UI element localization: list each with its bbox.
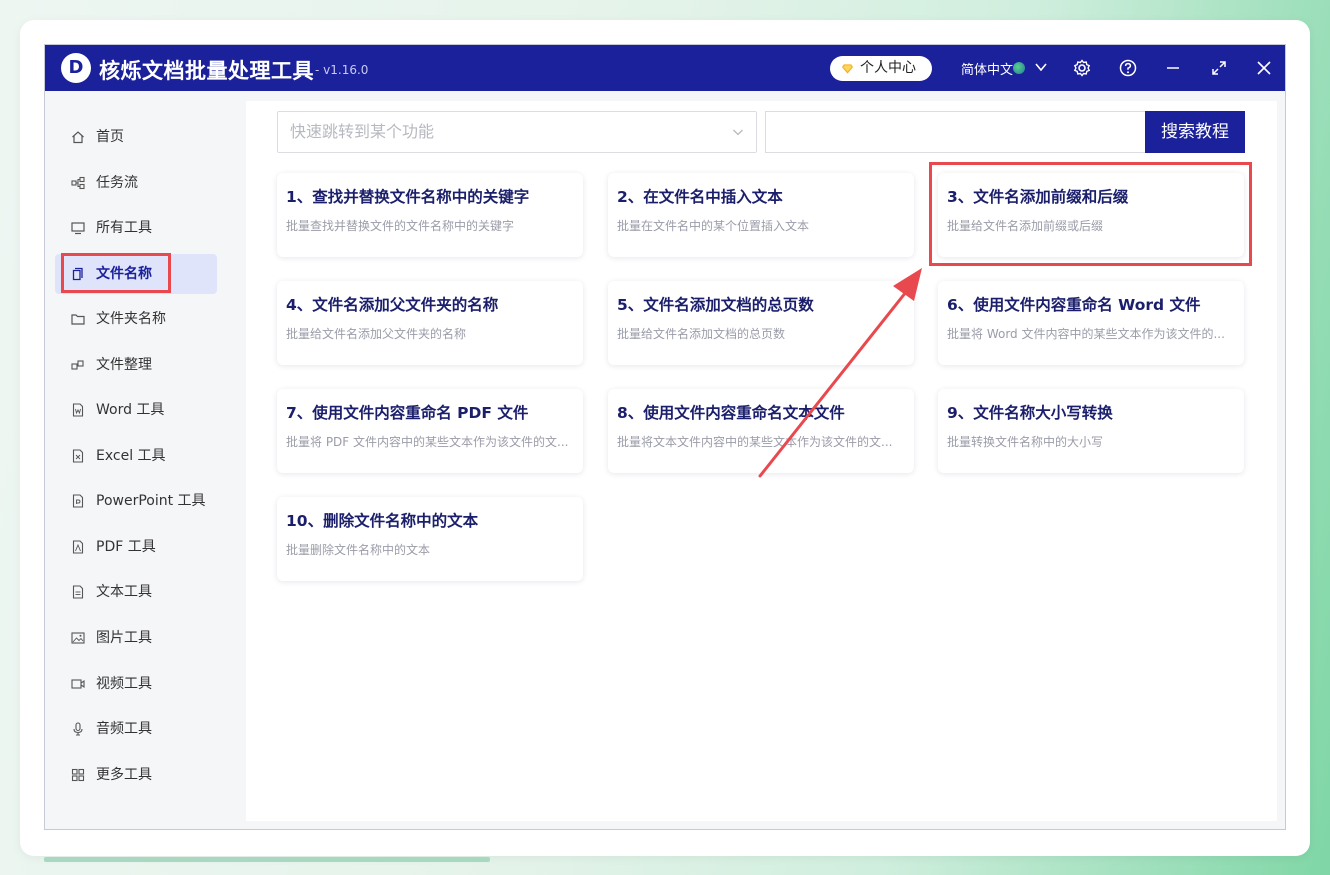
tool-card-title: 4、文件名添加父文件夹的名称 [286, 296, 499, 314]
tool-card-title: 3、文件名添加前缀和后缀 [947, 188, 1129, 206]
tool-card[interactable]: 7、使用文件内容重命名 PDF 文件 批量将 PDF 文件内容中的某些文本作为该… [277, 389, 583, 473]
sidebar-item-label: 文件夹名称 [96, 311, 166, 327]
user-center-label: 个人中心 [860, 60, 916, 76]
tool-card-title: 5、文件名添加文档的总页数 [617, 296, 814, 314]
word-icon [72, 403, 84, 417]
sidebar-item-label: 文件整理 [96, 357, 152, 373]
tool-card[interactable]: 9、文件名称大小写转换 批量转换文件名称中的大小写 [938, 389, 1244, 473]
chevron-down-icon [733, 129, 743, 136]
tool-card-desc: 批量将文本文件内容中的某些文本作为该文件的文... [617, 435, 893, 449]
tool-card-desc: 批量给文件名添加文档的总页数 [617, 327, 786, 341]
tool-card-title: 6、使用文件内容重命名 Word 文件 [947, 296, 1201, 314]
grid-icon [71, 768, 85, 782]
sidebar-item-pdf-tools[interactable]: PDF 工具 [55, 527, 217, 567]
app-title: 核烁文档批量处理工具 [99, 59, 314, 83]
sidebar-item-powerpoint-tools[interactable]: PowerPoint 工具 [55, 481, 217, 521]
sidebar-item-label: Word 工具 [96, 402, 165, 418]
titlebar: D 核烁文档批量处理工具 - v1.16.0 个人中心 简体中文 [45, 45, 1285, 91]
sidebar-item-label: 图片工具 [96, 630, 152, 646]
home-icon [72, 131, 84, 144]
video-icon [71, 679, 85, 689]
sidebar-item-text-tools[interactable]: 文本工具 [55, 572, 217, 612]
feature-jump-placeholder: 快速跳转到某个功能 [290, 122, 435, 141]
tool-card-desc: 批量查找并替换文件的文件名称中的关键字 [286, 219, 515, 233]
microphone-icon [73, 722, 83, 736]
tool-card-title: 7、使用文件内容重命名 PDF 文件 [286, 404, 529, 422]
tool-card[interactable]: 4、文件名添加父文件夹的名称 批量给文件名添加父文件夹的名称 [277, 281, 583, 365]
image-icon [71, 632, 85, 644]
close-icon[interactable] [1254, 58, 1274, 78]
sidebar-item-label: 所有工具 [96, 220, 152, 236]
tool-card-desc: 批量转换文件名称中的大小写 [947, 435, 1104, 449]
sidebar-item-label: PDF 工具 [96, 539, 156, 555]
sidebar-item-more-tools[interactable]: 更多工具 [55, 755, 217, 795]
tool-card[interactable]: 3、文件名添加前缀和后缀 批量给文件名添加前缀或后缀 [938, 173, 1244, 257]
user-center-button[interactable]: 个人中心 [830, 56, 932, 81]
sidebar-item-label: 更多工具 [96, 767, 152, 783]
tool-card-title: 1、查找并替换文件名称中的关键字 [286, 188, 530, 206]
chevron-down-icon[interactable] [1034, 60, 1048, 74]
sidebar-item-video-tools[interactable]: 视频工具 [55, 664, 217, 704]
tool-card-title: 2、在文件名中插入文本 [617, 188, 783, 206]
tool-card[interactable]: 5、文件名添加文档的总页数 批量给文件名添加文档的总页数 [608, 281, 914, 365]
tool-card[interactable]: 1、查找并替换文件名称中的关键字 批量查找并替换文件的文件名称中的关键字 [277, 173, 583, 257]
help-icon[interactable] [1118, 58, 1138, 78]
tool-card-title: 8、使用文件内容重命名文本文件 [617, 404, 845, 422]
folder-icon [71, 314, 85, 325]
globe-icon [1013, 62, 1025, 74]
sidebar-item-label: PowerPoint 工具 [96, 493, 206, 509]
sidebar-item-file-name[interactable]: 文件名称 [55, 254, 217, 294]
tool-card-title: 10、删除文件名称中的文本 [286, 512, 479, 530]
tutorial-search-input[interactable] [765, 111, 1145, 153]
sidebar-item-file-organize[interactable]: 文件整理 [55, 345, 217, 385]
minimize-icon[interactable] [1163, 58, 1183, 78]
settings-icon[interactable] [1072, 58, 1092, 78]
text-icon [72, 585, 84, 599]
tool-card-title: 9、文件名称大小写转换 [947, 404, 1113, 422]
pdf-icon [72, 540, 84, 554]
sidebar-item-label: 音频工具 [96, 721, 152, 737]
tool-card[interactable]: 2、在文件名中插入文本 批量在文件名中的某个位置插入文本 [608, 173, 914, 257]
monitor-icon [71, 222, 85, 235]
organize-icon [71, 360, 84, 370]
tool-card-desc: 批量将 PDF 文件内容中的某些文本作为该文件的文... [286, 435, 569, 449]
scroll-indicator [44, 857, 490, 862]
sidebar-item-folder-name[interactable]: 文件夹名称 [55, 299, 217, 339]
diamond-icon [842, 64, 853, 74]
sidebar-item-label: 首页 [96, 129, 124, 145]
tool-card[interactable]: 6、使用文件内容重命名 Word 文件 批量将 Word 文件内容中的某些文本作… [938, 281, 1244, 365]
file-name-icon [72, 267, 83, 281]
sidebar-item-audio-tools[interactable]: 音频工具 [55, 709, 217, 749]
app-logo: D [61, 53, 91, 83]
tool-card-desc: 批量给文件名添加前缀或后缀 [947, 219, 1104, 233]
tool-card-desc: 批量在文件名中的某个位置插入文本 [617, 219, 810, 233]
main-content: 快速跳转到某个功能 搜索教程 1、查找并替换文件名称中的关键字 批量查找并替换文… [246, 101, 1277, 821]
language-select[interactable]: 简体中文 [961, 59, 1013, 78]
tool-card-desc: 批量删除文件名称中的文本 [286, 543, 431, 557]
sidebar-item-label: 文本工具 [96, 584, 152, 600]
app-version: - v1.16.0 [315, 63, 369, 77]
sidebar-item-label: 文件名称 [96, 266, 152, 282]
powerpoint-icon [72, 494, 84, 508]
workflow-icon [71, 176, 85, 190]
sidebar-item-label: 任务流 [96, 175, 138, 191]
sidebar-item-label: Excel 工具 [96, 448, 166, 464]
excel-icon [72, 449, 84, 463]
sidebar-item-word-tools[interactable]: Word 工具 [55, 390, 217, 430]
sidebar-item-home[interactable]: 首页 [55, 117, 217, 157]
tool-card-desc: 批量将 Word 文件内容中的某些文本作为该文件的... [947, 327, 1225, 341]
search-tutorial-button[interactable]: 搜索教程 [1145, 111, 1245, 153]
maximize-icon[interactable] [1209, 58, 1229, 78]
app-window: D 核烁文档批量处理工具 - v1.16.0 个人中心 简体中文 首页 任务流 … [44, 44, 1286, 830]
feature-jump-select[interactable]: 快速跳转到某个功能 [277, 111, 757, 153]
tool-card-desc: 批量给文件名添加父文件夹的名称 [286, 327, 467, 341]
sidebar-item-label: 视频工具 [96, 676, 152, 692]
tool-card[interactable]: 8、使用文件内容重命名文本文件 批量将文本文件内容中的某些文本作为该文件的文..… [608, 389, 914, 473]
tool-card[interactable]: 10、删除文件名称中的文本 批量删除文件名称中的文本 [277, 497, 583, 581]
sidebar-item-all-tools[interactable]: 所有工具 [55, 208, 217, 248]
sidebar: 首页 任务流 所有工具 文件名称 文件夹名称 文件整理 Word 工具 Exce… [45, 91, 245, 829]
sidebar-item-excel-tools[interactable]: Excel 工具 [55, 436, 217, 476]
sidebar-item-workflow[interactable]: 任务流 [55, 163, 217, 203]
sidebar-item-image-tools[interactable]: 图片工具 [55, 618, 217, 658]
